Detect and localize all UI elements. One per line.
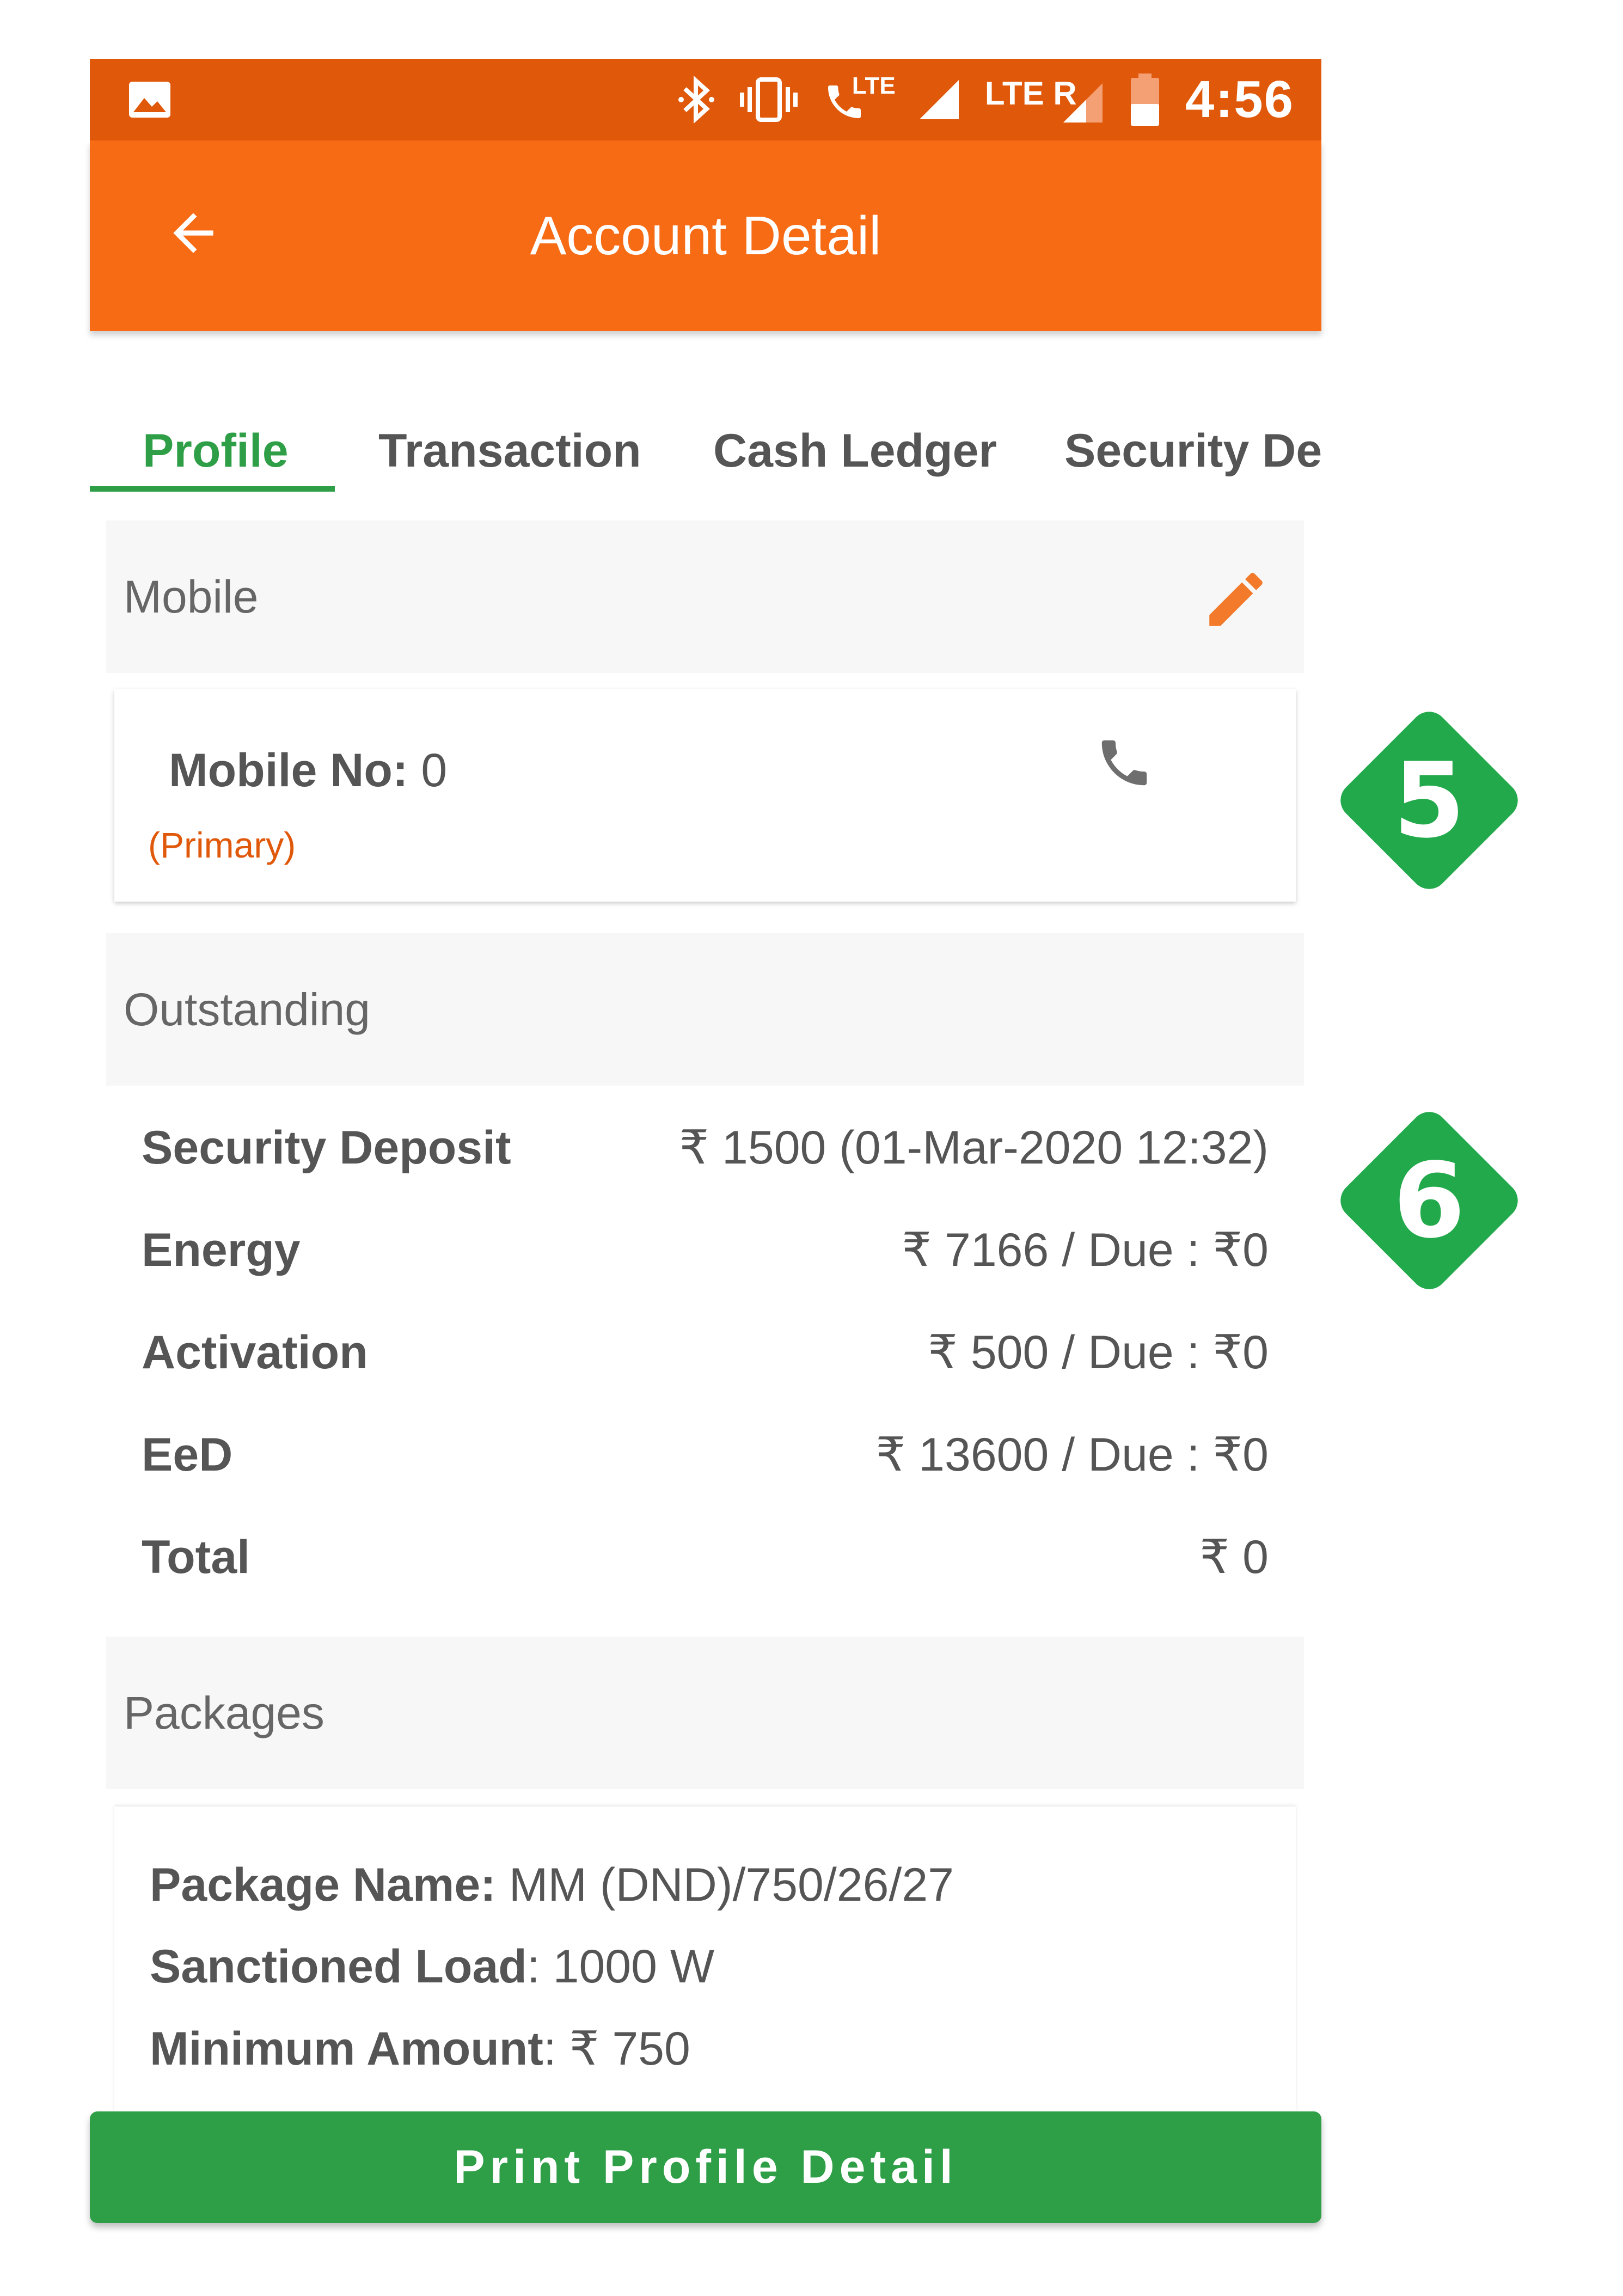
call-button[interactable] (1089, 727, 1160, 798)
minimum-amount-value: : ₹ 750 (543, 2023, 690, 2075)
status-bar: LTE LTE R 4:56 (90, 59, 1321, 140)
primary-tag: (Primary) (148, 825, 296, 865)
packages-section-header: Packages (106, 1637, 1304, 1789)
package-card: Package Name: MM (DND)/750/26/27 Sanctio… (114, 1807, 1296, 2111)
row-label: EeD (142, 1428, 233, 1481)
mobile-section-header: Mobile (106, 521, 1304, 673)
phone-icon (1101, 740, 1147, 786)
package-name-value: MM (DND)/750/26/27 (509, 1859, 954, 1911)
page-title: Account Detail (530, 205, 881, 266)
row-value: ₹ 500 / Due : ₹0 (928, 1326, 1269, 1379)
image-icon (128, 81, 172, 119)
callout-number: 5 (1393, 740, 1466, 861)
battery-icon (1129, 72, 1161, 127)
app-bar: Account Detail (90, 140, 1321, 331)
call-lte-icon: LTE (823, 72, 896, 127)
status-time: 4:56 (1185, 70, 1294, 128)
roaming-signal-icon: LTE R (985, 72, 1105, 127)
print-profile-detail-button[interactable]: Print Profile Detail (90, 2111, 1321, 2223)
lte-label: LTE (852, 72, 896, 99)
outstanding-section-header: Outstanding (106, 933, 1304, 1086)
row-label: Energy (142, 1223, 301, 1276)
package-name: Package Name: MM (DND)/750/26/27 (150, 1858, 954, 1912)
row-value: ₹ 0 (1199, 1531, 1269, 1583)
callout-number: 6 (1393, 1140, 1466, 1261)
sanctioned-load-value: : 1000 W (526, 1940, 715, 1993)
outstanding-row-energy: Energy ₹ 7166 / Due : ₹0 (142, 1209, 1269, 1291)
vibrate-icon (739, 75, 799, 124)
mobile-number-value: 0 (421, 744, 448, 797)
mobile-number-label: Mobile No: (169, 744, 408, 797)
row-label: Activation (142, 1326, 368, 1379)
sanctioned-load: Sanctioned Load: 1000 W (150, 1940, 714, 1994)
phone-screen: LTE LTE R 4:56 Account Detail Profile Tr… (90, 59, 1321, 2231)
bluetooth-icon (677, 75, 715, 124)
mobile-card: Mobile No: 0 (Primary) (114, 689, 1296, 902)
outstanding-row-security-deposit: Security Deposit ₹ 1500 (01-Mar-2020 12:… (142, 1107, 1269, 1189)
packages-section-title: Packages (124, 1687, 324, 1738)
signal-icon (917, 78, 961, 121)
outstanding-section-title: Outstanding (124, 983, 370, 1035)
mobile-number: Mobile No: 0 (169, 744, 447, 798)
mobile-section-title: Mobile (124, 571, 259, 622)
callout-badge-5: 5 (1312, 683, 1546, 917)
row-label: Total (142, 1530, 250, 1583)
pencil-icon (1209, 573, 1263, 626)
package-name-label: Package Name: (150, 1859, 496, 1911)
row-value: ₹ 13600 / Due : ₹0 (875, 1429, 1269, 1481)
outstanding-row-total: Total ₹ 0 (142, 1516, 1269, 1598)
row-value: ₹ 1500 (01-Mar-2020 12:32) (679, 1122, 1269, 1174)
sanctioned-load-label: Sanctioned Load (150, 1940, 527, 1993)
row-value: ₹ 7166 / Due : ₹0 (902, 1224, 1269, 1276)
callout-badge-6: 6 (1312, 1083, 1546, 1318)
minimum-amount-label: Minimum Amount (150, 2023, 543, 2075)
outstanding-row-eed: EeD ₹ 13600 / Due : ₹0 (142, 1414, 1269, 1496)
active-tab-indicator (90, 486, 335, 492)
outstanding-row-activation: Activation ₹ 500 / Due : ₹0 (142, 1312, 1269, 1393)
minimum-amount: Minimum Amount: ₹ 750 (150, 2022, 690, 2076)
edit-mobile-button[interactable] (1201, 564, 1271, 635)
row-label: Security Deposit (142, 1121, 511, 1174)
